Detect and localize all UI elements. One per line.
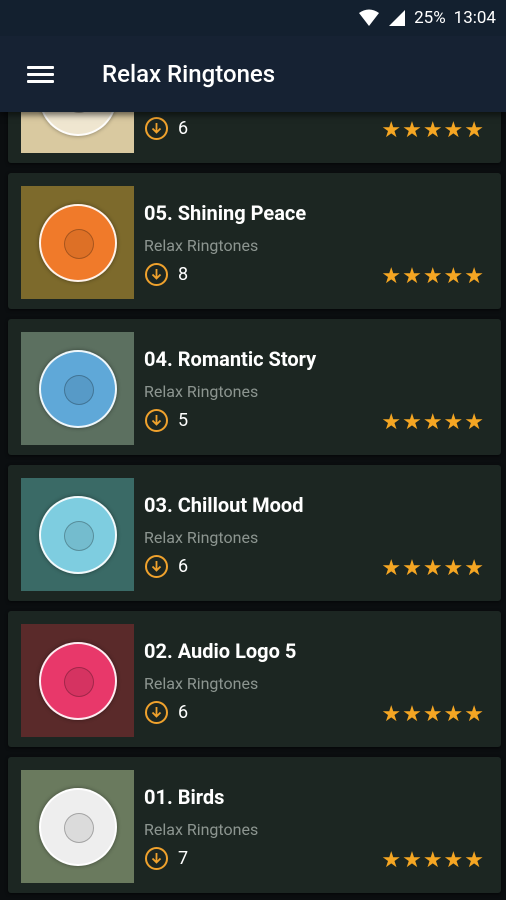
song-title: 01. Birds [144,785,225,809]
song-title: 05. Shining Peace [144,201,307,225]
list-item[interactable]: 03. Chillout Mood Relax Ringtones 6 ★★★★… [8,465,501,601]
download-icon [145,409,168,432]
download-info: 7 [145,847,188,870]
disc-icon [38,495,117,574]
status-bar: 25% 13:04 [0,0,506,36]
app-bar: Relax Ringtones [0,36,506,112]
signal-icon [388,9,406,27]
album-art [21,478,134,591]
song-artist: Relax Ringtones [144,820,259,839]
rating-stars: ★★★★★ [381,556,485,581]
download-info: 6 [145,117,188,140]
clock: 13:04 [453,8,496,28]
song-title: 03. Chillout Mood [144,493,304,517]
album-art [21,332,134,445]
ringtone-list[interactable]: 6 ★★★★★ 05. Shining Peace Relax Ringtone… [0,0,506,900]
download-icon [145,847,168,870]
album-art [21,770,134,883]
download-count: 6 [178,556,189,577]
song-title: 02. Audio Logo 5 [144,639,297,663]
song-artist: Relax Ringtones [144,382,259,401]
song-artist: Relax Ringtones [144,528,259,547]
song-artist: Relax Ringtones [144,236,259,255]
download-icon [145,555,168,578]
download-count: 5 [178,410,189,431]
rating-stars: ★★★★★ [381,118,485,143]
menu-button[interactable] [0,36,80,112]
download-icon [145,117,168,140]
list-item[interactable]: 04. Romantic Story Relax Ringtones 5 ★★★… [8,319,501,455]
rating-stars: ★★★★★ [381,264,485,289]
album-art [21,624,134,737]
rating-stars: ★★★★★ [381,702,485,727]
download-info: 6 [145,701,188,724]
download-count: 6 [178,702,189,723]
disc-icon [38,349,117,428]
download-info: 8 [145,263,188,286]
download-info: 6 [145,555,188,578]
album-art [21,186,134,299]
download-icon [145,263,168,286]
disc-icon [38,641,117,720]
rating-stars: ★★★★★ [381,848,485,873]
song-title: 04. Romantic Story [144,347,317,371]
download-icon [145,701,168,724]
song-artist: Relax Ringtones [144,674,259,693]
page-title: Relax Ringtones [102,60,276,88]
list-item[interactable]: 02. Audio Logo 5 Relax Ringtones 6 ★★★★★ [8,611,501,747]
wifi-icon [358,9,380,27]
hamburger-icon [26,62,54,87]
download-count: 7 [178,848,189,869]
disc-icon [38,203,117,282]
disc-icon [38,787,117,866]
download-count: 8 [178,264,189,285]
download-count: 6 [178,118,189,139]
list-item[interactable]: 01. Birds Relax Ringtones 7 ★★★★★ [8,757,501,893]
battery-level: 25% [414,8,446,28]
list-item[interactable]: 05. Shining Peace Relax Ringtones 8 ★★★★… [8,173,501,309]
download-info: 5 [145,409,188,432]
rating-stars: ★★★★★ [381,410,485,435]
